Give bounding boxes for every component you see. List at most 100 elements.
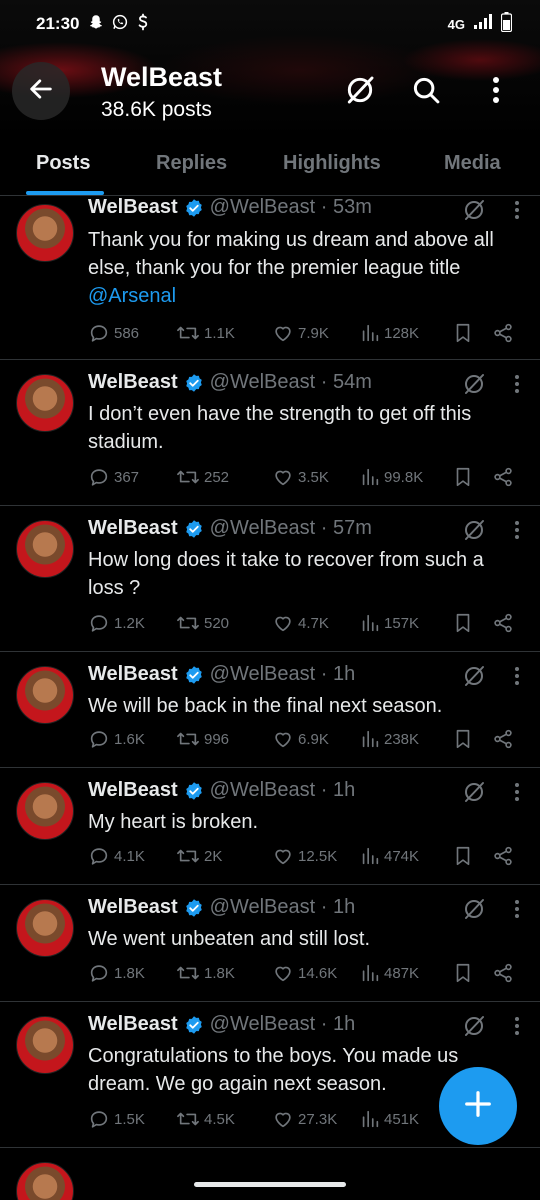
bookmark-button[interactable] (454, 728, 472, 750)
share-button[interactable] (492, 728, 514, 750)
reply-button[interactable]: 1.8K (88, 962, 145, 984)
reply-button[interactable]: 1.2K (88, 612, 145, 634)
share-icon (494, 613, 512, 633)
grok-icon[interactable] (462, 518, 486, 547)
repost-button[interactable]: 996 (176, 728, 229, 750)
bookmark-button[interactable] (454, 845, 472, 867)
bookmark-button[interactable] (454, 612, 472, 634)
grok-icon[interactable] (462, 372, 486, 401)
repost-button[interactable]: 1.1K (176, 322, 235, 344)
tweet-more-icon[interactable] (514, 899, 520, 924)
grok-icon[interactable] (462, 664, 486, 693)
home-indicator[interactable] (194, 1182, 346, 1187)
avatar[interactable] (16, 1162, 74, 1200)
tab-media[interactable]: Media (444, 152, 501, 175)
like-button[interactable]: 3.5K (272, 466, 329, 488)
like-button[interactable]: 4.7K (272, 612, 329, 634)
repost-icon (177, 966, 199, 980)
like-button[interactable]: 6.9K (272, 728, 329, 750)
tweet[interactable]: WelBeast @WelBeast · 53m Thank you for m… (0, 186, 540, 360)
avatar[interactable] (16, 1016, 74, 1074)
views-button[interactable]: 99.8K (360, 466, 423, 488)
avatar[interactable] (16, 666, 74, 724)
grok-icon[interactable] (462, 780, 486, 809)
like-button[interactable]: 27.3K (272, 1108, 337, 1130)
search-button[interactable] (404, 70, 448, 114)
avatar[interactable] (16, 782, 74, 840)
views-button[interactable]: 238K (360, 728, 419, 750)
author-name[interactable]: WelBeast (88, 196, 178, 219)
author-name[interactable]: WelBeast (88, 1013, 178, 1036)
handle-and-time: @WelBeast · 1h (209, 779, 356, 801)
repost-button[interactable]: 2K (176, 845, 222, 867)
share-button[interactable] (492, 466, 514, 488)
bookmark-button[interactable] (454, 466, 472, 488)
reply-icon (90, 965, 108, 982)
tweet-actions: 1.8K 1.8K 14.6K 487K (88, 962, 524, 986)
grok-icon[interactable] (462, 198, 486, 227)
avatar[interactable] (16, 204, 74, 262)
tweet[interactable]: WelBeast @WelBeast · 54m I don’t even ha… (0, 360, 540, 506)
grok-icon[interactable] (462, 1014, 486, 1043)
like-button[interactable]: 14.6K (272, 962, 337, 984)
tweet-more-icon[interactable] (514, 666, 520, 691)
tweet-actions: 1.2K 520 4.7K 157K (88, 612, 524, 636)
views-icon (362, 614, 379, 632)
repost-button[interactable]: 1.8K (176, 962, 235, 984)
back-button[interactable] (12, 62, 70, 120)
views-button[interactable]: 157K (360, 612, 419, 634)
handle-and-time: @WelBeast · 1h (209, 1013, 356, 1035)
views-button[interactable]: 451K (360, 1108, 419, 1130)
bookmark-button[interactable] (454, 322, 472, 344)
repost-button[interactable]: 252 (176, 466, 229, 488)
tweet-partial[interactable] (0, 1148, 540, 1200)
compose-button[interactable] (439, 1067, 517, 1145)
share-button[interactable] (492, 962, 514, 984)
reply-button[interactable]: 1.6K (88, 728, 145, 750)
handle-and-time: @WelBeast · 54m (209, 371, 372, 393)
repost-button[interactable]: 520 (176, 612, 229, 634)
avatar[interactable] (16, 374, 74, 432)
tab-highlights[interactable]: Highlights (283, 152, 381, 175)
reply-button[interactable]: 1.5K (88, 1108, 145, 1130)
views-button[interactable]: 487K (360, 962, 419, 984)
tweet[interactable]: WelBeast @WelBeast · 1h We will be back … (0, 652, 540, 768)
author-name[interactable]: WelBeast (88, 779, 178, 802)
share-button[interactable] (492, 612, 514, 634)
author-name[interactable]: WelBeast (88, 371, 178, 394)
tweet[interactable]: WelBeast @WelBeast · 1h My heart is brok… (0, 768, 540, 885)
repost-button[interactable]: 4.5K (176, 1108, 235, 1130)
avatar[interactable] (16, 520, 74, 578)
like-button[interactable]: 12.5K (272, 845, 337, 867)
more-options-button[interactable] (474, 70, 518, 114)
reply-button[interactable]: 367 (88, 466, 139, 488)
tweet-more-icon[interactable] (514, 520, 520, 545)
avatar[interactable] (16, 899, 74, 957)
tab-replies[interactable]: Replies (156, 152, 227, 175)
views-button[interactable]: 128K (360, 322, 419, 344)
tab-posts[interactable]: Posts (36, 152, 90, 175)
share-button[interactable] (492, 322, 514, 344)
author-name[interactable]: WelBeast (88, 517, 178, 540)
reply-count: 367 (114, 468, 140, 486)
tweet-text: How long does it take to recover from su… (88, 549, 484, 599)
tweet-more-icon[interactable] (514, 374, 520, 399)
mention-link[interactable]: @Arsenal (88, 285, 176, 307)
like-button[interactable]: 7.9K (272, 322, 329, 344)
tweet-more-icon[interactable] (514, 1016, 520, 1041)
tweet[interactable]: WelBeast @WelBeast · 1h We went unbeaten… (0, 885, 540, 1002)
views-icon (362, 730, 379, 748)
reply-button[interactable]: 586 (88, 322, 139, 344)
tweet-more-icon[interactable] (514, 200, 520, 225)
bookmark-button[interactable] (454, 962, 472, 984)
author-name[interactable]: WelBeast (88, 896, 178, 919)
share-button[interactable] (492, 845, 514, 867)
author-name[interactable]: WelBeast (88, 663, 178, 686)
tweet[interactable]: WelBeast @WelBeast · 57m How long does i… (0, 506, 540, 652)
reply-button[interactable]: 4.1K (88, 845, 145, 867)
views-button[interactable]: 474K (360, 845, 419, 867)
grok-button[interactable] (338, 70, 382, 114)
grok-icon[interactable] (462, 897, 486, 926)
tweet-more-icon[interactable] (514, 782, 520, 807)
bookmark-icon (456, 729, 470, 749)
